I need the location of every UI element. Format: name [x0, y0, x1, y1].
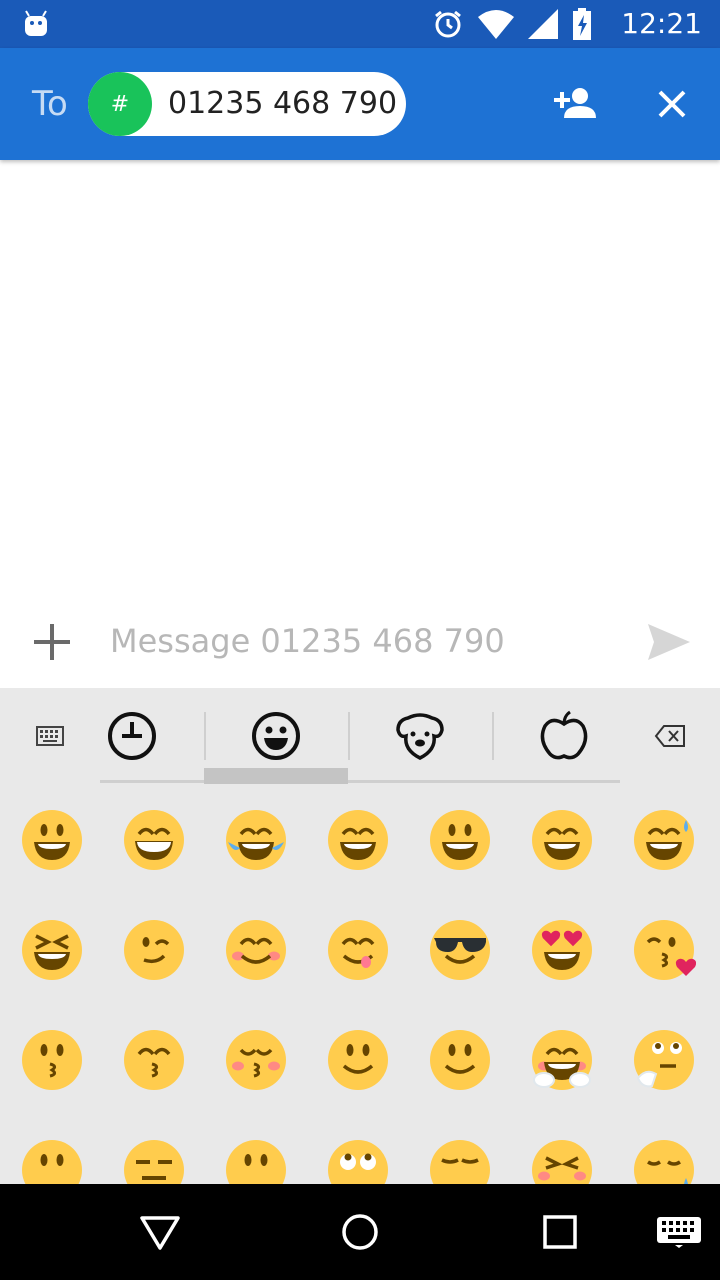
- emoji-kissing-heart[interactable]: [632, 918, 696, 982]
- emoji-kissing-closed-eyes[interactable]: [122, 1028, 186, 1092]
- emoji-wink[interactable]: [122, 918, 186, 982]
- alarm-icon: [435, 10, 461, 38]
- send-icon[interactable]: [646, 622, 690, 662]
- emoji-sweat-smile[interactable]: [632, 808, 696, 872]
- to-label: To: [32, 84, 68, 124]
- recipient-chip[interactable]: # 01235 468 790: [88, 72, 406, 136]
- emoji-disappointed-relieved[interactable]: [632, 1138, 696, 1184]
- emoji-rolling-laughing[interactable]: [326, 808, 390, 872]
- signal-icon: [528, 9, 558, 39]
- android-icon: [25, 10, 47, 36]
- clock: 12:21: [621, 7, 702, 40]
- backspace-icon[interactable]: [654, 724, 686, 748]
- emoji-slight-smile-2[interactable]: [428, 1028, 492, 1092]
- emoji-keyboard: [0, 688, 720, 1184]
- wifi-icon: [478, 10, 514, 39]
- tab-divider: [348, 712, 350, 760]
- emoji-no-mouth[interactable]: [20, 1138, 84, 1184]
- smileys-icon[interactable]: [250, 710, 302, 762]
- emoji-blush[interactable]: [224, 918, 288, 982]
- recipient-avatar: #: [88, 72, 152, 136]
- status-icons: [432, 8, 592, 40]
- emoji-grinning[interactable]: [20, 808, 84, 872]
- compose-row: [0, 596, 720, 688]
- message-input[interactable]: [108, 614, 612, 668]
- emoji-heart-eyes[interactable]: [530, 918, 594, 982]
- keyboard-icon[interactable]: [36, 726, 64, 746]
- emoji-yum[interactable]: [326, 918, 390, 982]
- emoji-smirk[interactable]: [428, 1138, 492, 1184]
- emoji-neutral[interactable]: [224, 1138, 288, 1184]
- tab-divider: [492, 712, 494, 760]
- emoji-kissing-blush[interactable]: [224, 1028, 288, 1092]
- battery-charging-icon: [573, 8, 591, 40]
- add-contact-icon[interactable]: [552, 84, 596, 124]
- home-icon[interactable]: [340, 1212, 380, 1252]
- emoji-thinking[interactable]: [632, 1028, 696, 1092]
- emoji-persevere[interactable]: [530, 1138, 594, 1184]
- food-icon[interactable]: [538, 710, 590, 762]
- emoji-rolling-eyes[interactable]: [326, 1138, 390, 1184]
- keyboard-switch-icon[interactable]: [656, 1216, 702, 1248]
- emoji-hugging[interactable]: [530, 1028, 594, 1092]
- tab-divider: [204, 712, 206, 760]
- recents-icon[interactable]: [542, 1214, 578, 1250]
- emoji-grin-teeth[interactable]: [122, 808, 186, 872]
- emoji-row: [0, 784, 720, 894]
- recipient-number: 01235 468 790: [168, 86, 398, 121]
- close-icon[interactable]: [652, 84, 692, 124]
- plus-icon[interactable]: [30, 620, 74, 664]
- emoji-category-tabs: [0, 688, 720, 784]
- status-bar: 12:21: [0, 0, 720, 48]
- navigation-bar: [0, 1184, 720, 1280]
- recent-icon[interactable]: [106, 710, 158, 762]
- emoji-laughing[interactable]: [20, 918, 84, 982]
- emoji-joy-tears[interactable]: [224, 808, 288, 872]
- emoji-sunglasses[interactable]: [428, 918, 492, 982]
- emoji-row: [0, 894, 720, 1004]
- selected-tab-indicator: [204, 768, 348, 784]
- emoji-row: [0, 1004, 720, 1114]
- emoji-smiley[interactable]: [428, 808, 492, 872]
- tab-underline: [100, 780, 620, 783]
- emoji-smile[interactable]: [530, 808, 594, 872]
- animals-icon[interactable]: [394, 710, 446, 762]
- emoji-slight-smile[interactable]: [326, 1028, 390, 1092]
- emoji-expressionless[interactable]: [122, 1138, 186, 1184]
- emoji-kissing[interactable]: [20, 1028, 84, 1092]
- emoji-row: [0, 1114, 720, 1184]
- back-icon[interactable]: [138, 1212, 182, 1252]
- app-bar: To # 01235 468 790: [0, 48, 720, 160]
